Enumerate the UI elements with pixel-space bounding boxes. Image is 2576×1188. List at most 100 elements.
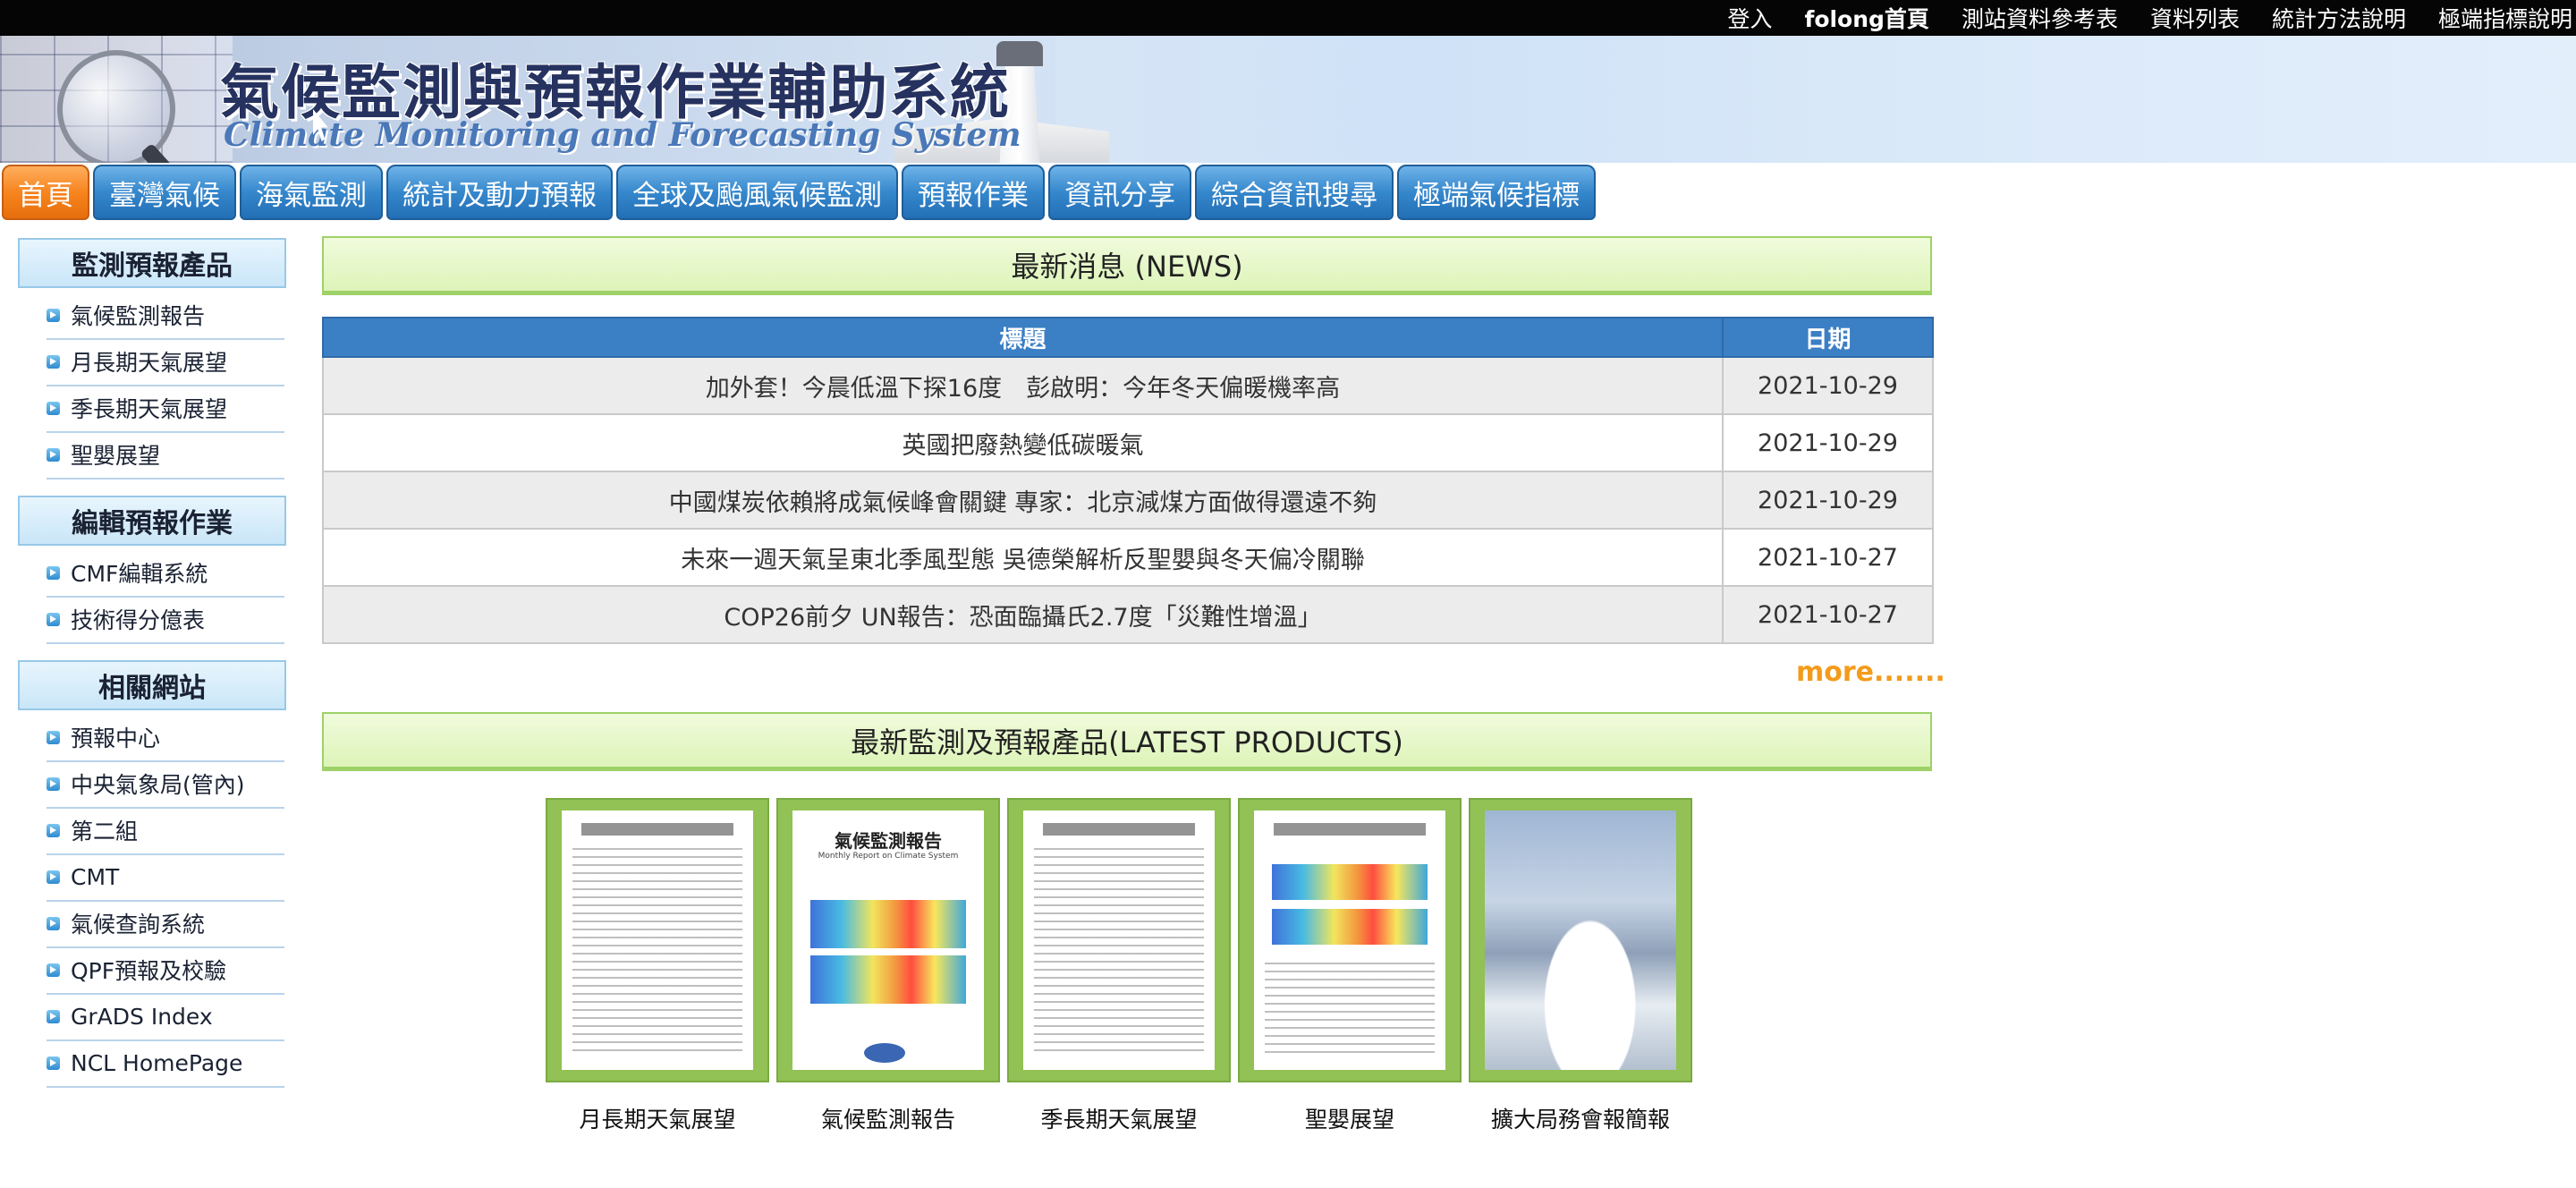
nav-tab-search[interactable]: 綜合資訊搜尋: [1195, 165, 1394, 220]
nav-tab-statistical-dynamic[interactable]: 統計及動力預報: [386, 165, 613, 220]
sidebar-item-label: 氣候監測報告: [71, 303, 206, 329]
product-thumbnail-monthly-outlook[interactable]: [546, 798, 769, 1082]
sidebar-heading-editing: 編輯預報作業: [18, 496, 286, 546]
sidebar-item-cmt[interactable]: CMT: [47, 853, 284, 902]
arrow-bullet-icon: [47, 354, 60, 369]
top-bar: 登入 folong首頁 測站資料參考表 資料列表 統計方法說明 極端指標說明: [0, 0, 2576, 36]
arrow-bullet-icon: [47, 308, 60, 322]
arrow-bullet-icon: [47, 1009, 60, 1023]
sidebar-item-label: GrADS Index: [71, 1003, 213, 1030]
login-link[interactable]: 登入: [1727, 2, 1772, 34]
briefing-cover-icon: [1485, 810, 1676, 1070]
sidebar-item-label: 氣候查詢系統: [71, 912, 206, 938]
nav-tab-info-share[interactable]: 資訊分享: [1048, 165, 1191, 220]
column-header-title: 標題: [322, 317, 1724, 358]
sidebar-item-label: 技術得分億表: [71, 607, 206, 633]
nav-tab-forecast-ops[interactable]: 預報作業: [902, 165, 1045, 220]
arrow-bullet-icon: [47, 823, 60, 837]
enso-report-icon: [1254, 810, 1445, 1070]
sidebar-item-label: 預報中心: [71, 726, 161, 751]
sidebar-item-label: 季長期天氣展望: [71, 396, 228, 422]
nav-tab-home[interactable]: 首頁: [2, 165, 89, 220]
arrow-bullet-icon: [47, 612, 60, 626]
sidebar-item-forecast-center[interactable]: 預報中心: [47, 714, 284, 762]
report-document-icon: [562, 810, 753, 1070]
product-label[interactable]: 擴大局務會報簡報: [1469, 1102, 1692, 1134]
sidebar-heading-related-sites: 相關網站: [18, 660, 286, 710]
sidebar-item-grads-index[interactable]: GrADS Index: [47, 993, 284, 1041]
main-nav: 首頁 臺灣氣候 海氣監測 統計及動力預報 全球及颱風氣候監測 預報作業 資訊分享…: [2, 165, 1596, 222]
sidebar-item-climate-report[interactable]: 氣候監測報告: [47, 292, 284, 340]
sidebar-heading-products: 監測預報產品: [18, 238, 286, 288]
sidebar-item-monthly-outlook[interactable]: 月長期天氣展望: [47, 338, 284, 386]
arrow-bullet-icon: [47, 870, 60, 884]
news-table: 標題 日期 加外套！今晨低溫下探16度 彭啟明：今年冬天偏暖機率高 2021-1…: [322, 317, 1934, 644]
sidebar-item-label: QPF預報及校驗: [71, 958, 227, 984]
news-title-link[interactable]: 未來一週天氣呈東北季風型態 吳德榮解析反聖嬰與冬天偏冷關聯: [322, 528, 1724, 587]
sidebar-item-qpf[interactable]: QPF預報及校驗: [47, 946, 284, 995]
arrow-bullet-icon: [47, 565, 60, 580]
table-row: COP26前夕 UN報告：恐面臨攝氏2.7度「災難性增溫」 2021-10-27: [322, 585, 1934, 644]
sidebar-item-label: 中央氣象局(管內): [71, 772, 245, 798]
arrow-bullet-icon: [47, 1056, 60, 1070]
sidebar-item-climate-query[interactable]: 氣候查詢系統: [47, 900, 284, 948]
more-news-link[interactable]: more.......: [1796, 657, 1945, 688]
arrow-bullet-icon: [47, 401, 60, 415]
product-label[interactable]: 月長期天氣展望: [546, 1102, 769, 1134]
nav-tab-ocean-atmosphere[interactable]: 海氣監測: [240, 165, 383, 220]
news-title-link[interactable]: COP26前夕 UN報告：恐面臨攝氏2.7度「災難性增溫」: [322, 585, 1724, 644]
sidebar-item-cmf-editor[interactable]: CMF編輯系統: [47, 549, 284, 598]
product-thumbnail-seasonal-outlook[interactable]: [1007, 798, 1231, 1082]
cover-title: 氣候監測報告: [835, 830, 942, 852]
sidebar-item-skill-score[interactable]: 技術得分億表: [47, 596, 284, 644]
report-document-icon: [1023, 810, 1215, 1070]
arrow-bullet-icon: [47, 447, 60, 462]
news-date: 2021-10-27: [1722, 528, 1934, 587]
product-thumbnail-briefing[interactable]: [1469, 798, 1692, 1082]
table-row: 加外套！今晨低溫下探16度 彭啟明：今年冬天偏暖機率高 2021-10-29: [322, 356, 1934, 415]
product-label[interactable]: 聖嬰展望: [1238, 1102, 1462, 1134]
sidebar-item-label: 月長期天氣展望: [71, 350, 228, 376]
folong-home-link[interactable]: folong首頁: [1804, 2, 1929, 34]
news-date: 2021-10-29: [1722, 413, 1934, 472]
news-title-link[interactable]: 英國把廢熱變低碳暖氣: [322, 413, 1724, 472]
news-title-link[interactable]: 加外套！今晨低溫下探16度 彭啟明：今年冬天偏暖機率高: [322, 356, 1724, 415]
column-header-date: 日期: [1722, 317, 1934, 358]
extreme-index-link[interactable]: 極端指標說明: [2438, 2, 2572, 34]
product-thumbnail-enso-outlook[interactable]: [1238, 798, 1462, 1082]
sidebar-item-second-division[interactable]: 第二組: [47, 807, 284, 855]
arrow-bullet-icon: [47, 776, 60, 791]
news-date: 2021-10-27: [1722, 585, 1934, 644]
product-label[interactable]: 季長期天氣展望: [1007, 1102, 1231, 1134]
sidebar-item-label: CMF編輯系統: [71, 561, 208, 587]
sidebar-item-label: CMT: [71, 863, 120, 890]
statistics-method-link[interactable]: 統計方法說明: [2272, 2, 2406, 34]
sidebar-item-enso-outlook[interactable]: 聖嬰展望: [47, 431, 284, 479]
cover-subtitle: Monthly Report on Climate System: [818, 852, 959, 861]
sidebar-item-label: 聖嬰展望: [71, 443, 161, 469]
table-row: 未來一週天氣呈東北季風型態 吳德榮解析反聖嬰與冬天偏冷關聯 2021-10-27: [322, 528, 1934, 587]
news-date: 2021-10-29: [1722, 356, 1934, 415]
nav-tab-global-typhoon[interactable]: 全球及颱風氣候監測: [616, 165, 898, 220]
nav-tab-taiwan-climate[interactable]: 臺灣氣候: [93, 165, 236, 220]
climate-report-cover-icon: 氣候監測報告 Monthly Report on Climate System: [792, 810, 984, 1070]
sidebar-item-seasonal-outlook[interactable]: 季長期天氣展望: [47, 385, 284, 433]
news-table-header: 標題 日期: [322, 317, 1934, 358]
product-thumbnail-climate-report[interactable]: 氣候監測報告 Monthly Report on Climate System: [776, 798, 1000, 1082]
product-label[interactable]: 氣候監測報告: [776, 1102, 1000, 1134]
arrow-bullet-icon: [47, 963, 60, 977]
sidebar-item-label: 第二組: [71, 819, 139, 844]
sidebar-item-ncl-homepage[interactable]: NCL HomePage: [47, 1040, 284, 1088]
station-reference-link[interactable]: 測站資料參考表: [1962, 2, 2118, 34]
products-heading: 最新監測及預報產品(LATEST PRODUCTS): [322, 712, 1932, 771]
data-list-link[interactable]: 資料列表: [2150, 2, 2240, 34]
site-subtitle: Climate Monitoring and Forecasting Syste…: [224, 116, 1021, 154]
sidebar-item-cwb-internal[interactable]: 中央氣象局(管內): [47, 760, 284, 809]
news-date: 2021-10-29: [1722, 471, 1934, 530]
top-links: 登入 folong首頁 測站資料參考表 資料列表 統計方法說明 極端指標說明: [1727, 0, 2576, 36]
magnifier-icon: [57, 50, 175, 163]
nav-tab-extreme-index[interactable]: 極端氣候指標: [1397, 165, 1596, 220]
news-heading: 最新消息 (NEWS): [322, 236, 1932, 295]
news-title-link[interactable]: 中國煤炭依賴將成氣候峰會關鍵 專家：北京減煤方面做得還遠不夠: [322, 471, 1724, 530]
arrow-bullet-icon: [47, 916, 60, 930]
